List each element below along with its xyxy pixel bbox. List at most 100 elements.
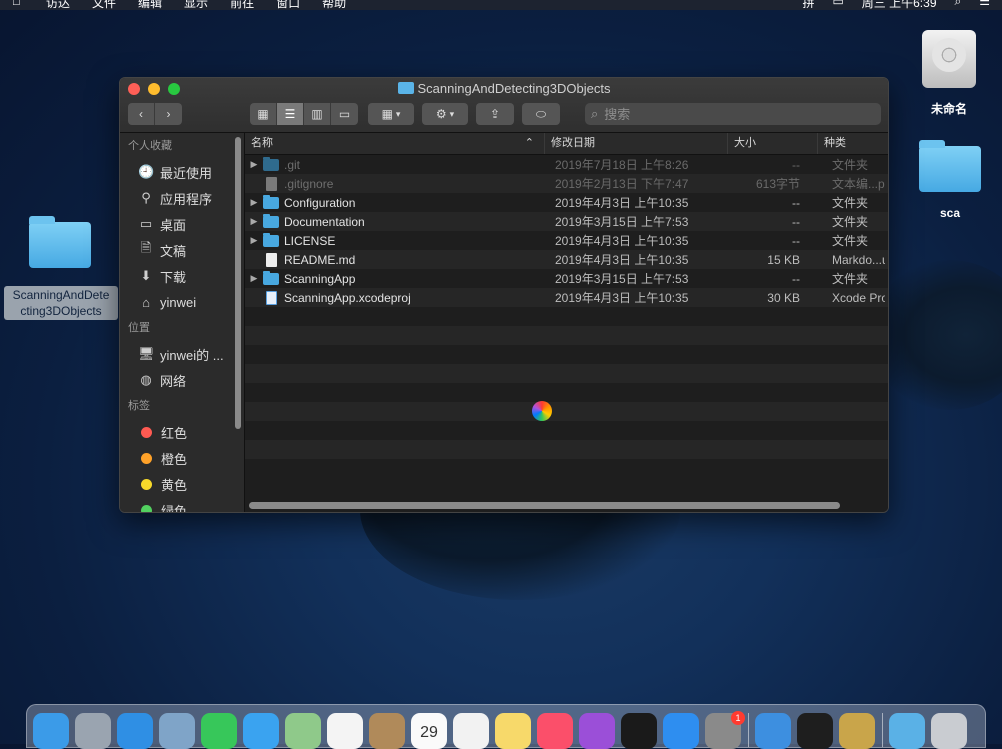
dock-separator <box>748 713 749 747</box>
menu-item[interactable]: 文件 <box>92 0 116 10</box>
group-icon: ▦ <box>381 107 393 121</box>
desktop-folder-scanning[interactable]: ScanningAndDete cting3DObjects <box>4 216 118 320</box>
search-field[interactable]: ⌕ <box>585 103 881 125</box>
file-size: 15 KB <box>767 252 800 267</box>
file-name: .git <box>284 157 301 172</box>
column-kind-label: 种类 <box>824 137 846 149</box>
menu-item[interactable]: 访达 <box>46 0 70 10</box>
table-row[interactable]: .gitignore 2019年2月13日 下午7:47 613字节 文本编...p <box>245 174 888 193</box>
sidebar-item-label: yinwei的 ... <box>160 347 224 363</box>
column-date-header[interactable]: 修改日期 <box>545 133 728 154</box>
file-name-cell: ▶ LICENSE <box>245 232 545 248</box>
disclosure-triangle-icon[interactable]: ▶ <box>245 197 263 208</box>
xcodeproj-icon <box>266 290 277 305</box>
tag-button[interactable]: ⬭ <box>522 103 560 125</box>
sidebar-item-favorite-4[interactable]: ⬇ 下载 <box>120 263 244 289</box>
menu-item[interactable]: 前往 <box>230 0 254 10</box>
file-name-cell: ▶ ScanningApp <box>245 270 545 286</box>
file-date: 2019年7月18日 上午8:26 <box>555 158 689 172</box>
dock: 29 1 <box>26 704 986 749</box>
menu-item[interactable]: 显示 <box>184 0 208 10</box>
forward-button[interactable]: › <box>155 103 182 125</box>
display-icon[interactable]: ▭ <box>832 0 843 10</box>
back-button[interactable]: ‹ <box>128 103 155 125</box>
sidebar-item-location-1[interactable]: ◍ 网络 <box>120 367 244 393</box>
search-input[interactable] <box>602 105 807 123</box>
folder-icon <box>397 82 414 94</box>
gallery-view-button[interactable]: ▭ <box>331 103 358 125</box>
sidebar-item-label: 最近使用 <box>160 165 213 181</box>
file-kind: 文件夹 <box>832 215 869 229</box>
sidebar-item-tag-3[interactable]: 绿色 <box>120 497 244 512</box>
table-row[interactable]: ▶ Documentation 2019年3月15日 上午7:53 -- 文件夹 <box>245 212 888 231</box>
table-row[interactable]: ▶ .git 2019年7月18日 上午8:26 -- 文件夹 <box>245 155 888 174</box>
table-row[interactable]: ScanningApp.xcodeproj 2019年4月3日 上午10:35 30… <box>245 288 888 307</box>
file-size: -- <box>792 214 800 229</box>
sidebar-section-locations: 位置 <box>128 322 150 334</box>
column-name-header[interactable]: 名称 ⌃ <box>245 133 545 154</box>
column-kind-header[interactable]: 种类 <box>818 133 885 154</box>
tag-dot-icon <box>141 504 152 512</box>
document-icon <box>266 176 277 191</box>
action-button[interactable]: ⚙ ▾ <box>422 103 468 125</box>
home-icon: ⌂ <box>142 294 150 310</box>
group-button[interactable]: ▦ ▾ <box>368 103 414 125</box>
computer-icon: 🖥 <box>138 346 155 361</box>
sidebar-item-tag-0[interactable]: 红色 <box>120 419 244 445</box>
sidebar-item-favorite-1[interactable]: ⚲ 应用程序 <box>120 185 244 211</box>
file-name-cell: .gitignore <box>245 176 545 191</box>
table-row[interactable]: README.md 2019年4月3日 上午10:35 15 KB Markdo...… <box>245 250 888 269</box>
menu-item[interactable]: 帮助 <box>322 0 346 10</box>
column-size-header[interactable]: 大小 <box>728 133 818 154</box>
sidebar-scrollbar[interactable] <box>235 137 241 429</box>
table-row[interactable]: ▶ LICENSE 2019年4月3日 上午10:35 -- 文件夹 <box>245 231 888 250</box>
disclosure-triangle-icon[interactable]: ▶ <box>245 216 263 227</box>
disclosure-triangle-icon[interactable]: ▶ <box>245 235 263 246</box>
tag-icon: ⬭ <box>535 106 547 121</box>
selected-folder-label-line2: cting3DObjects <box>20 304 102 318</box>
desktop-drive-untitled[interactable]: 未命名 <box>912 30 986 117</box>
icon-view-button[interactable]: ▦ <box>250 103 277 125</box>
sidebar-item-favorite-0[interactable]: 🕘 最近使用 <box>120 159 244 185</box>
disclosure-triangle-icon[interactable]: ▶ <box>245 273 263 284</box>
file-kind: 文件夹 <box>832 158 869 172</box>
sidebar-item-favorite-3[interactable]: 🗎 文稿 <box>120 237 244 263</box>
document-icon <box>266 252 277 267</box>
menu-clock[interactable]: 周三 上午6:39 <box>862 0 937 10</box>
file-size: 613字节 <box>755 177 800 191</box>
empty-row <box>245 440 888 459</box>
menu-items: 访达 文件 编辑 显示 前往 窗口 帮助 <box>46 0 346 10</box>
wallpaper-rock <box>870 260 1002 410</box>
sidebar-item-favorite-5[interactable]: ⌂ yinwei <box>120 289 244 315</box>
apple-icon[interactable]:  <box>12 0 21 8</box>
sidebar-item-label: 网络 <box>160 373 187 389</box>
downloads-icon: ⬇ <box>140 268 152 283</box>
menu-item[interactable]: 编辑 <box>138 0 162 10</box>
sidebar-item-tag-2[interactable]: 黄色 <box>120 471 244 497</box>
desktop-drive-label: 未命名 <box>930 102 967 116</box>
window-toolbar: ScanningAndDetecting3DObjects ‹ › ▦ ☰ ▥ … <box>120 78 888 133</box>
list-view-button[interactable]: ☰ <box>277 103 304 125</box>
table-row[interactable]: ▶ ScanningApp 2019年3月15日 上午7:53 -- 文件夹 <box>245 269 888 288</box>
menu-item[interactable]: 窗口 <box>276 0 300 10</box>
desktop-icon: ▭ <box>139 216 153 231</box>
sidebar-item-favorite-2[interactable]: ▭ 桌面 <box>120 211 244 237</box>
search-icon[interactable]: ⌕ <box>955 0 962 10</box>
sidebar-item-label: 红色 <box>161 425 188 441</box>
notification-badge: 1 <box>731 711 745 725</box>
column-view-button[interactable]: ▥ <box>304 103 331 125</box>
sidebar-item-label: 应用程序 <box>160 191 213 207</box>
sidebar-item-location-0[interactable]: 🖥 yinwei的 ... <box>120 341 244 367</box>
file-date: 2019年4月3日 上午10:35 <box>555 253 689 267</box>
input-method-icon[interactable]: 拼 <box>802 0 814 10</box>
sidebar-item-tag-1[interactable]: 橙色 <box>120 445 244 471</box>
disclosure-triangle-icon[interactable]: ▶ <box>245 159 263 170</box>
desktop-folder-sca[interactable]: sca <box>918 140 982 220</box>
file-kind: Markdo...u <box>832 252 885 267</box>
share-button[interactable]: ⇪ <box>476 103 514 125</box>
control-center-icon[interactable]: ☰ <box>979 0 990 10</box>
table-row[interactable]: ▶ Configuration 2019年4月3日 上午10:35 -- 文件夹 <box>245 193 888 212</box>
file-size: -- <box>792 271 800 286</box>
horizontal-scrollbar[interactable] <box>249 502 840 509</box>
file-size: -- <box>792 233 800 248</box>
